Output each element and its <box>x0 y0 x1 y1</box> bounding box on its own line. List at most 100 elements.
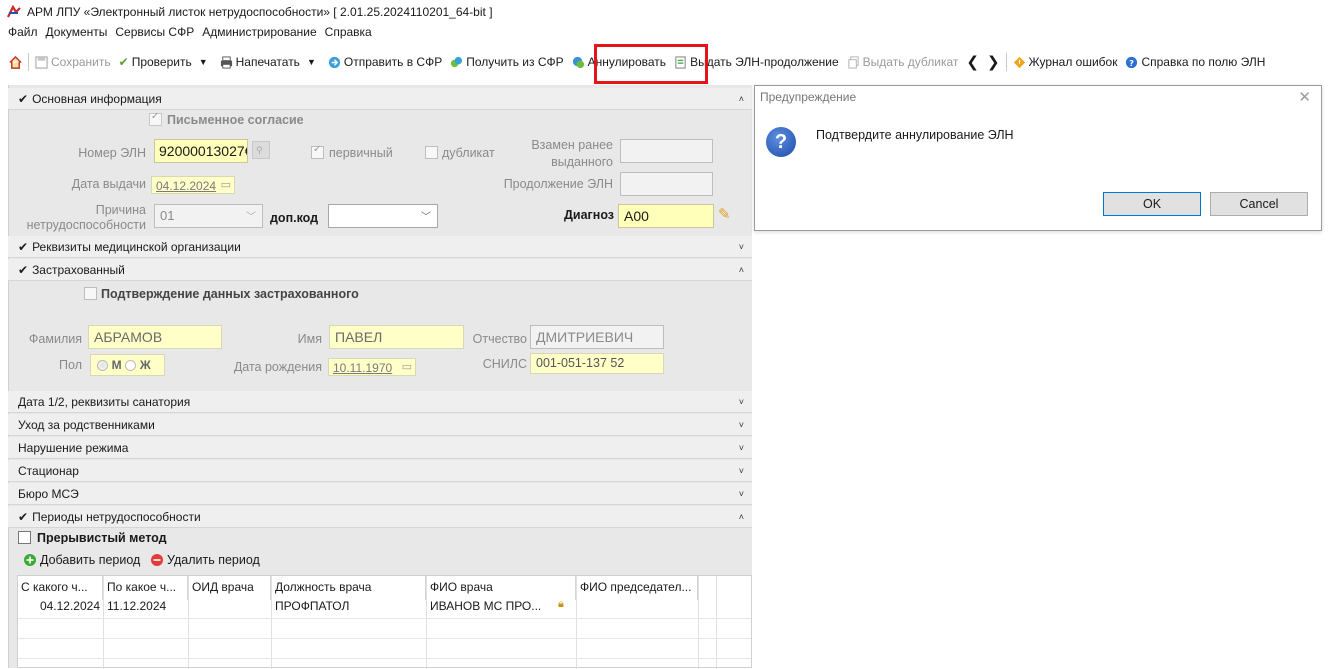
help-circle-icon: ? <box>1126 56 1138 68</box>
issue-duplicate-button[interactable]: Выдать дубликат <box>843 51 963 73</box>
svg-text:?: ? <box>1130 57 1135 67</box>
save-button[interactable]: Сохранить <box>31 51 115 73</box>
diagnosis-field[interactable]: A00 <box>618 204 714 228</box>
confirm-dialog: Предупреждение ✕ ? Подтвердите аннулиров… <box>754 85 1322 231</box>
menu-file[interactable]: Файл <box>8 25 38 43</box>
field-help-button[interactable]: ? Справка по полю ЭЛН <box>1121 51 1269 73</box>
remove-period-button[interactable]: Удалить период <box>151 553 260 567</box>
checkmark-icon: ✔ <box>18 91 29 106</box>
print-dropdown-icon[interactable]: ▼ <box>303 57 320 67</box>
chevron-down-icon[interactable]: ˅ <box>739 420 744 430</box>
intermittent-checkbox[interactable] <box>18 531 31 544</box>
print-label: Напечатать <box>235 55 300 69</box>
eln-number-lookup-button[interactable]: ⚲ <box>252 141 270 159</box>
birth-date-field[interactable]: 10.11.1970 ▭ <box>328 358 416 376</box>
eln-number-label: Номер ЭЛН <box>78 146 146 160</box>
dialog-title: Предупреждение <box>760 90 857 104</box>
issue-date-field[interactable]: 04.12.2024 ▭ <box>151 176 235 194</box>
sex-f-label: Ж <box>139 358 151 372</box>
column-divider <box>698 576 699 669</box>
pencil-icon[interactable]: ✎ <box>718 205 731 223</box>
replaced-label-line2: выданного <box>551 155 613 169</box>
cell-doctor-oid[interactable] <box>189 597 271 617</box>
chevron-down-icon[interactable]: ˅ <box>739 397 744 407</box>
sex-f-radio[interactable] <box>125 360 137 372</box>
extra-code-select[interactable]: ﹀ <box>328 204 438 228</box>
error-log-label: Журнал ошибок <box>1028 55 1118 69</box>
close-icon[interactable]: ✕ <box>1298 88 1311 106</box>
sex-label: Пол <box>59 358 82 372</box>
sex-radio-group: М Ж <box>90 354 165 376</box>
section-main-info[interactable]: ✔ Основная информация ˄ <box>8 88 752 110</box>
menu-bar: Файл Документы Сервисы СФР Администриров… <box>8 25 372 43</box>
chevron-down-icon[interactable]: ˅ <box>739 443 744 453</box>
section-relative-care[interactable]: Уход за родственниками ˅ <box>8 414 752 436</box>
section-mse-bureau[interactable]: Бюро МСЭ ˅ <box>8 483 752 505</box>
replaced-label: Взамен ранее <box>531 138 613 152</box>
written-consent-checkbox[interactable]: ✓ <box>149 111 162 126</box>
section-sanatorium[interactable]: Дата 1/2, реквизиты санатория ˅ <box>8 391 752 413</box>
home-icon <box>9 55 22 69</box>
cell-doctor-position[interactable]: ПРОФПАТОЛ <box>272 597 426 617</box>
surname-field[interactable]: АБРАМОВ <box>88 325 222 349</box>
confirm-insured-checkbox[interactable] <box>84 287 97 300</box>
section-insured[interactable]: ✔ Застрахованный ˄ <box>8 259 752 281</box>
send-to-sfr-button[interactable]: Отправить в СФР <box>324 51 446 73</box>
name-field[interactable]: ПАВЕЛ <box>329 325 464 349</box>
menu-help[interactable]: Справка <box>325 25 372 43</box>
duplicate-label: дубликат <box>442 146 495 160</box>
name-label: Имя <box>297 332 322 346</box>
sex-m-radio[interactable] <box>97 360 108 372</box>
chevron-up-icon[interactable]: ˄ <box>739 94 744 104</box>
cell-chairman-name[interactable] <box>577 597 698 617</box>
checkmark-icon: ✔ <box>118 55 129 69</box>
add-period-button[interactable]: Добавить период <box>24 553 140 567</box>
menu-documents[interactable]: Документы <box>46 25 108 43</box>
menu-administration[interactable]: Администрирование <box>202 25 316 43</box>
chevron-down-icon[interactable]: ˅ <box>739 489 744 499</box>
add-period-label: Добавить период <box>40 553 141 567</box>
duplicate-checkbox[interactable] <box>425 146 438 159</box>
chevron-down-icon[interactable]: ˅ <box>739 466 744 476</box>
error-log-button[interactable]: Журнал ошибок <box>1009 51 1122 73</box>
section-title: Основная информация <box>32 91 162 106</box>
chevron-up-icon[interactable]: ˄ <box>739 265 744 275</box>
primary-checkbox[interactable]: ✓ <box>311 144 324 159</box>
section-med-org[interactable]: ✔ Реквизиты медицинской организации ˅ <box>8 236 752 258</box>
cell-to[interactable]: 11.12.2024 <box>104 597 188 617</box>
check-dropdown-icon[interactable]: ▼ <box>195 57 212 67</box>
previous-button[interactable]: ❮ <box>962 51 983 73</box>
reason-select[interactable]: 01 ﹀ <box>154 204 263 228</box>
section-hospital[interactable]: Стационар ˅ <box>8 460 752 482</box>
surname-label: Фамилия <box>28 332 82 346</box>
reason-label: Причина <box>95 203 146 217</box>
lock-icon: 🔒︎ <box>558 598 564 610</box>
next-button[interactable]: ❯ <box>983 51 1004 73</box>
continuation-field[interactable] <box>620 172 713 196</box>
save-icon <box>35 55 48 69</box>
eln-number-field[interactable]: 92000013027€ <box>154 139 248 163</box>
section-regime-violation[interactable]: Нарушение режима ˅ <box>8 437 752 459</box>
replaced-field[interactable] <box>620 139 713 163</box>
cell-doctor-name[interactable]: ИВАНОВ МС ПРО... <box>427 597 576 617</box>
cancel-button[interactable]: Cancel <box>1210 192 1308 216</box>
send-label: Отправить в СФР <box>343 55 443 69</box>
chevron-down-icon[interactable]: ˅ <box>739 242 744 252</box>
receive-from-sfr-button[interactable]: Получить из СФР <box>446 51 567 73</box>
section-periods[interactable]: ✔ Периоды нетрудоспособности ˄ <box>8 506 752 528</box>
snils-field[interactable]: 001-051-137 52 <box>530 353 664 374</box>
ok-button[interactable]: OK <box>1103 192 1201 216</box>
home-button[interactable] <box>5 51 26 73</box>
chevron-left-icon: ❮ <box>966 54 979 71</box>
calendar-icon: ▭ <box>401 361 412 373</box>
check-button[interactable]: ✔ Проверить ▼ <box>115 51 216 73</box>
print-button[interactable]: Напечатать ▼ <box>216 51 324 73</box>
patronymic-field[interactable]: ДМИТРИЕВИЧ <box>530 325 664 349</box>
chevron-up-icon[interactable]: ˄ <box>739 512 744 522</box>
extra-code-label: доп.код <box>270 211 319 225</box>
cell-from[interactable]: 04.12.2024 <box>18 597 103 617</box>
menu-sfr-services[interactable]: Сервисы СФР <box>115 25 194 43</box>
primary-label: первичный <box>329 146 393 160</box>
window-title: АРМ ЛПУ «Электронный листок нетрудоспосо… <box>27 5 493 19</box>
printer-icon <box>220 55 232 69</box>
